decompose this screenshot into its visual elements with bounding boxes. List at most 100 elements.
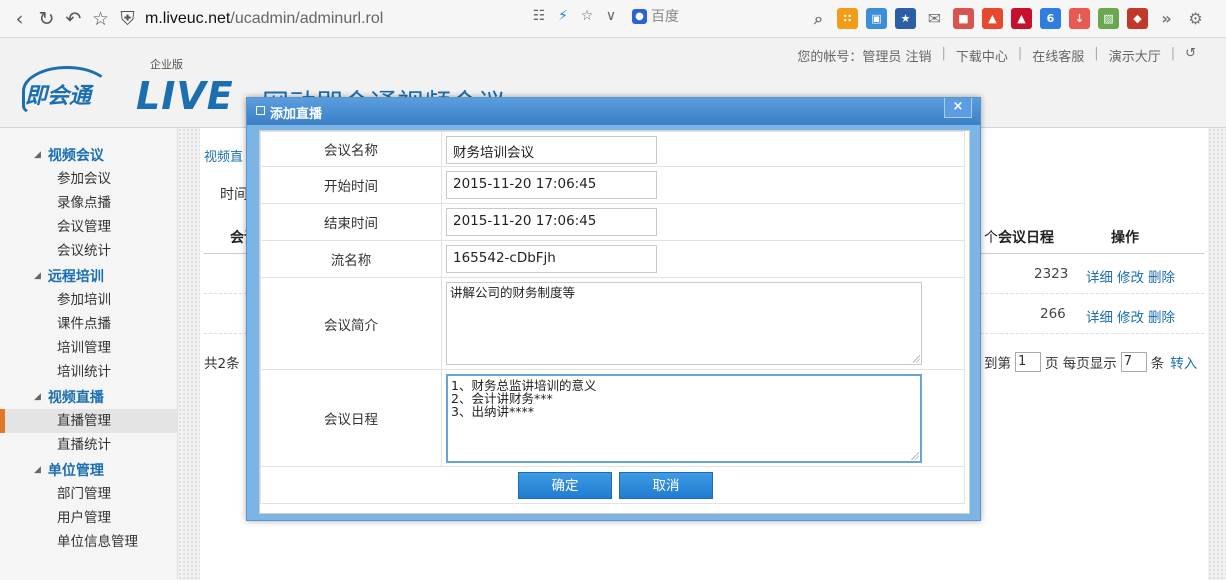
edition-label: 企业版 xyxy=(150,58,183,71)
end-time-input[interactable]: 2015-11-20 17:06:45 xyxy=(446,208,657,236)
star-icon[interactable]: ☆ xyxy=(87,5,114,33)
sidebar-item-departments[interactable]: 部门管理 xyxy=(0,482,177,506)
back-icon[interactable]: ‹ xyxy=(6,5,33,33)
sidebar-item-meeting-stats[interactable]: 会议统计 xyxy=(0,239,177,263)
sidebar-item-training-stats[interactable]: 培训统计 xyxy=(0,360,177,384)
actions-cell: 详细 修改 删除 xyxy=(1086,306,1179,326)
sidebar-item-recordings[interactable]: 录像点播 xyxy=(0,191,177,215)
download-icon[interactable]: ↓ xyxy=(1069,8,1090,29)
divider: | xyxy=(1017,46,1023,61)
seckill-icon[interactable]: ◆ xyxy=(1127,8,1148,29)
detail-link[interactable]: 详细 xyxy=(1086,310,1113,326)
sidebar-item-courseware[interactable]: 课件点播 xyxy=(0,312,177,336)
divider-strip xyxy=(178,128,200,580)
meeting-name-input[interactable]: 财务培训会议 xyxy=(446,136,657,164)
grid-icon[interactable]: ☷ xyxy=(530,8,548,24)
sidebar-item-org-info[interactable]: 单位信息管理 xyxy=(0,530,177,554)
support-link[interactable]: 在线客服 xyxy=(1032,46,1084,65)
sidebar-item-join-meeting[interactable]: 参加会议 xyxy=(0,167,177,191)
dialog-body: 会议名称 财务培训会议 开始时间 2015-11-20 17:06:45 结束时… xyxy=(259,130,970,514)
chat-icon[interactable]: ▣ xyxy=(866,8,887,29)
sidebar-item-join-training[interactable]: 参加培训 xyxy=(0,288,177,312)
pager-mid: 页 每页显示 xyxy=(1045,356,1117,372)
dialog-title: 添加直播 xyxy=(270,107,323,122)
pager-prefix: 到第 xyxy=(984,356,1011,372)
intro-textarea[interactable]: 讲解公司的财务制度等 xyxy=(446,282,922,365)
close-button[interactable]: × xyxy=(944,98,972,118)
bookmark-icon[interactable]: ★ xyxy=(895,8,916,29)
settings-icon[interactable]: ⚙ xyxy=(1185,8,1206,29)
sidebar-group-training[interactable]: ◢ 远程培训 xyxy=(0,263,177,288)
start-time-input[interactable]: 2015-11-20 17:06:45 xyxy=(446,171,657,199)
mail-icon[interactable]: ✉ xyxy=(924,8,945,29)
dialog-title-bar[interactable]: 添加直播 × xyxy=(247,98,980,125)
app-100-icon[interactable]: ▲ xyxy=(1011,8,1032,29)
bookmark-star-icon[interactable]: ☆ xyxy=(578,8,596,24)
stream-name-input[interactable]: 165542-cDbFjh xyxy=(446,245,657,273)
account-link[interactable]: 您的帐号：管理员 注销 xyxy=(797,46,931,65)
undo-icon[interactable]: ↶ xyxy=(60,5,87,33)
resize-grip-icon[interactable] xyxy=(911,452,919,460)
sidebar-item-meeting-management[interactable]: 会议管理 xyxy=(0,215,177,239)
game-icon[interactable]: ▲ xyxy=(982,8,1003,29)
pagination: 到第 1 页 每页显示 7 条 转入 xyxy=(984,352,1197,372)
column-header-actions: 操作 xyxy=(1111,230,1139,246)
image-icon[interactable]: ▨ xyxy=(1098,8,1119,29)
filter-label: 时间 xyxy=(220,187,248,203)
cancel-button[interactable]: 取消 xyxy=(619,472,713,499)
form-row-intro: 会议简介 讲解公司的财务制度等 xyxy=(260,278,965,370)
sidebar-item-users[interactable]: 用户管理 xyxy=(0,506,177,530)
page-input[interactable]: 1 xyxy=(1015,352,1041,372)
field-label: 会议简介 xyxy=(261,278,442,369)
collapse-icon: ◢ xyxy=(34,391,41,402)
divider: | xyxy=(1094,46,1099,61)
download-link[interactable]: 下载中心 xyxy=(956,46,1008,65)
form-row-end: 结束时间 2015-11-20 17:06:45 xyxy=(260,204,965,241)
field-label: 开始时间 xyxy=(261,167,442,203)
more-icon[interactable]: » xyxy=(1156,8,1177,29)
sidebar-group-label: 单位管理 xyxy=(47,462,104,479)
confirm-button[interactable]: 确定 xyxy=(518,472,612,499)
sidebar-group-org[interactable]: ◢ 单位管理 xyxy=(0,457,177,482)
schedule-textarea[interactable]: 1、财务总监讲培训的意义 2、会计讲财务*** 3、出纳讲**** xyxy=(446,374,922,463)
address-bar-actions: ☷ ⚡ ☆ ∨ ● 百度 xyxy=(530,6,679,26)
sidebar-group-live[interactable]: ◢ 视频直播 xyxy=(0,384,177,409)
lightning-icon[interactable]: ⚡ xyxy=(554,8,572,24)
address-bar[interactable]: m.liveuc.net/ucadmin/adminurl.rol xyxy=(145,10,383,28)
dropdown-icon[interactable]: ∨ xyxy=(602,8,620,24)
sidebar-item-live-stats[interactable]: 直播统计 xyxy=(0,433,177,457)
per-page-input[interactable]: 7 xyxy=(1120,352,1147,372)
column-header-schedule: 会议日程 xyxy=(998,230,1054,246)
go-button[interactable]: 转入 xyxy=(1170,352,1197,372)
apps-icon[interactable]: ∷ xyxy=(837,8,858,29)
reload-icon[interactable]: ↻ xyxy=(33,5,60,33)
delete-link[interactable]: 删除 xyxy=(1148,310,1175,326)
sidebar-group-label: 远程培训 xyxy=(47,268,104,285)
form-row-stream: 流名称 165542-cDbFjh xyxy=(260,241,965,278)
search-engine[interactable]: ● 百度 xyxy=(632,6,679,26)
demo-link[interactable]: 演示大厅 xyxy=(1109,46,1161,65)
breadcrumb[interactable]: 视频直 xyxy=(204,146,243,165)
detail-link[interactable]: 详细 xyxy=(1086,270,1113,286)
url-host: m.liveuc.net xyxy=(145,9,231,27)
edit-link[interactable]: 修改 xyxy=(1117,310,1144,326)
form-row-name: 会议名称 财务培训会议 xyxy=(260,131,965,167)
logout-icon[interactable]: ↺ xyxy=(1185,46,1196,65)
resize-grip-icon[interactable] xyxy=(912,355,920,363)
schedule-cell: 266 xyxy=(1040,306,1066,322)
shield-icon: ⛨ xyxy=(120,7,135,30)
six-icon[interactable]: 6 xyxy=(1040,8,1061,29)
delete-link[interactable]: 删除 xyxy=(1148,270,1175,286)
edit-link[interactable]: 修改 xyxy=(1117,270,1144,286)
actions-cell: 详细 修改 删除 xyxy=(1086,266,1179,286)
news-icon[interactable]: ■ xyxy=(953,8,974,29)
divider: | xyxy=(1170,46,1176,61)
schedule-cell: 2323 xyxy=(1034,266,1069,282)
sidebar-group-video-meeting[interactable]: ◢ 视频会议 xyxy=(0,142,177,167)
sidebar-item-live-management[interactable]: 直播管理 xyxy=(0,409,177,433)
scroll-strip xyxy=(1208,128,1226,580)
search-icon[interactable]: ⌕ xyxy=(808,8,829,29)
pager-suffix: 条 xyxy=(1150,356,1165,372)
sidebar-item-training-management[interactable]: 培训管理 xyxy=(0,336,177,360)
form-row-actions: 确定 取消 xyxy=(260,467,965,504)
